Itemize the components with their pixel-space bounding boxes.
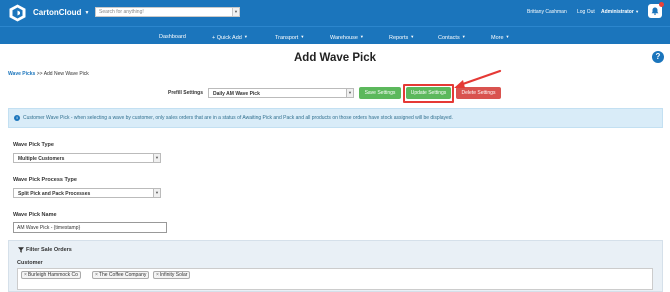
save-settings-button[interactable]: Save Settings bbox=[359, 87, 401, 99]
remove-tag-icon[interactable]: × bbox=[156, 272, 159, 278]
nav-label: + Quick Add bbox=[212, 35, 242, 41]
prefill-settings-value: Daily AM Wave Pick bbox=[213, 91, 260, 97]
customer-tag-label: Burleigh Hammock Co bbox=[27, 272, 78, 278]
chevron-down-icon[interactable]: ▼ bbox=[153, 154, 160, 162]
chevron-down-icon: ▼ bbox=[461, 34, 466, 39]
remove-tag-icon[interactable]: × bbox=[95, 272, 98, 278]
wave-pick-process-type-select[interactable]: Split Pick and Pack Processes ▼ bbox=[13, 188, 161, 198]
nav-label: Contacts bbox=[438, 35, 460, 41]
info-text: Customer Wave Pick - when selecting a wa… bbox=[23, 115, 453, 121]
role-menu[interactable]: Administrator ▼ bbox=[601, 9, 639, 15]
nav-transport[interactable]: Transport ▼ bbox=[275, 34, 304, 41]
annotation-arrow-icon bbox=[454, 69, 502, 88]
wave-pick-name-field bbox=[13, 222, 167, 233]
nav-label: Dashboard bbox=[159, 34, 186, 40]
nav-label: Transport bbox=[275, 35, 299, 41]
wave-pick-name-input[interactable] bbox=[14, 223, 166, 232]
prefill-settings-label: Prefill Settings bbox=[168, 90, 204, 96]
info-icon: i bbox=[14, 115, 20, 121]
notifications-button[interactable] bbox=[648, 2, 664, 18]
chevron-down-icon[interactable]: ▼ bbox=[346, 89, 353, 97]
customer-label: Customer bbox=[17, 260, 43, 266]
wave-pick-type-label: Wave Pick Type bbox=[13, 142, 54, 148]
brand-name: CartonCloud bbox=[33, 8, 82, 17]
nav-quick-add[interactable]: + Quick Add ▼ bbox=[212, 34, 248, 41]
wave-pick-name-label: Wave Pick Name bbox=[13, 212, 57, 218]
customer-tag[interactable]: ×The Coffee Company bbox=[92, 271, 150, 279]
nav-dashboard[interactable]: Dashboard bbox=[159, 34, 186, 40]
annotation-highlight-box bbox=[403, 84, 454, 103]
wave-pick-type-select[interactable]: Multiple Customers ▼ bbox=[13, 153, 161, 163]
filter-sale-orders-panel: Filter Sale Orders Customer ×Burleigh Ha… bbox=[8, 240, 663, 292]
nav-reports[interactable]: Reports ▼ bbox=[389, 34, 414, 41]
chevron-down-icon: ▼ bbox=[410, 34, 415, 39]
chevron-down-icon: ▼ bbox=[505, 34, 510, 39]
role-label: Administrator bbox=[601, 9, 634, 15]
customer-tag[interactable]: ×Infinity Solar bbox=[153, 271, 191, 279]
chevron-down-icon: ▼ bbox=[635, 9, 640, 14]
nav-warehouse[interactable]: Warehouse ▼ bbox=[330, 34, 364, 41]
main-nav: Dashboard + Quick Add ▼ Transport ▼ Wareho… bbox=[0, 26, 670, 44]
filter-title-text: Filter Sale Orders bbox=[26, 247, 72, 253]
breadcrumb-wave-picks-link[interactable]: Wave Picks bbox=[8, 71, 35, 77]
chevron-down-icon[interactable]: ▼ bbox=[153, 189, 160, 197]
nav-more[interactable]: More ▼ bbox=[491, 34, 510, 41]
customer-tag[interactable]: ×Burleigh Hammock Co bbox=[21, 271, 81, 279]
info-alert: i Customer Wave Pick - when selecting a … bbox=[8, 108, 663, 128]
breadcrumb-separator: >> bbox=[35, 71, 44, 77]
wave-pick-type-value: Multiple Customers bbox=[18, 156, 65, 162]
breadcrumb: Wave Picks >> Add New Wave Pick bbox=[8, 71, 89, 77]
nav-label: More bbox=[491, 35, 504, 41]
nav-label: Reports bbox=[389, 35, 409, 41]
nav-contacts[interactable]: Contacts ▼ bbox=[438, 34, 466, 41]
chevron-down-icon: ▼ bbox=[359, 34, 364, 39]
chevron-down-icon: ▼ bbox=[84, 10, 90, 16]
search-dropdown-icon[interactable]: ▼ bbox=[232, 8, 239, 16]
top-header: CartonCloud▼ ▼ Brittany Cashman Log Out … bbox=[0, 0, 670, 26]
notification-badge bbox=[659, 2, 664, 7]
chevron-down-icon: ▼ bbox=[300, 34, 305, 39]
user-name[interactable]: Brittany Cashman bbox=[527, 9, 567, 15]
prefill-settings-select[interactable]: Daily AM Wave Pick ▼ bbox=[208, 88, 354, 98]
page-title: Add Wave Pick bbox=[293, 52, 377, 64]
remove-tag-icon[interactable]: × bbox=[24, 272, 27, 278]
brand-menu[interactable]: CartonCloud ▼ bbox=[33, 8, 89, 17]
nav-label: Warehouse bbox=[330, 35, 358, 41]
breadcrumb-current: Add New Wave Pick bbox=[43, 71, 89, 77]
filter-title: Filter Sale Orders bbox=[18, 247, 72, 253]
customer-multiselect[interactable]: ×Burleigh Hammock Co ×The Coffee Company… bbox=[17, 268, 653, 290]
help-icon[interactable]: ? bbox=[652, 51, 664, 63]
search-input[interactable] bbox=[96, 8, 231, 16]
logout-link[interactable]: Log Out bbox=[577, 9, 595, 15]
customer-tag-label: The Coffee Company bbox=[98, 272, 147, 278]
customer-tag-label: Infinity Solar bbox=[159, 272, 188, 278]
bell-icon bbox=[651, 7, 659, 15]
wave-pick-process-type-label: Wave Pick Process Type bbox=[13, 177, 77, 183]
cartoncloud-logo-icon[interactable] bbox=[9, 4, 26, 22]
wave-pick-process-type-value: Split Pick and Pack Processes bbox=[18, 191, 91, 197]
global-search: ▼ bbox=[95, 7, 240, 17]
chevron-down-icon: ▼ bbox=[243, 34, 248, 39]
